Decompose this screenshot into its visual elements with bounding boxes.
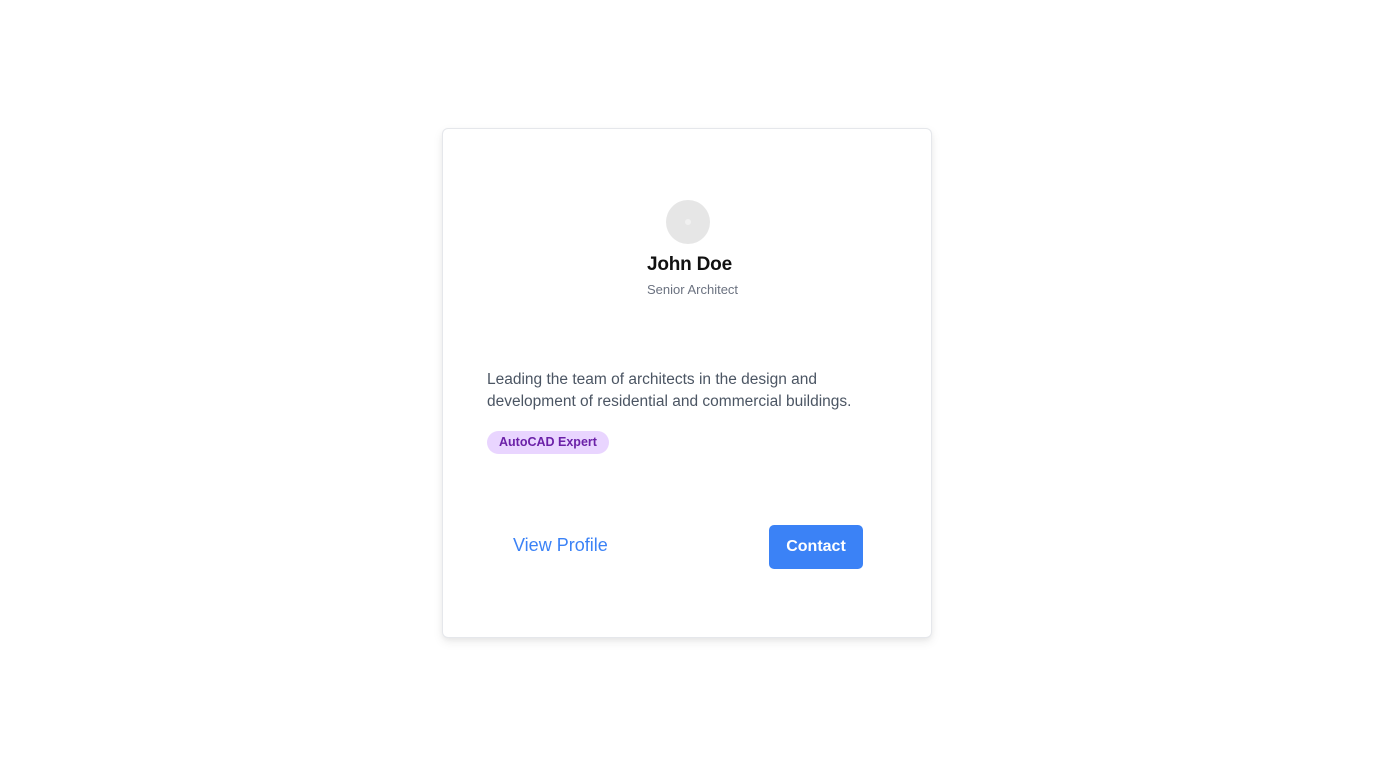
contact-button[interactable]: Contact — [769, 525, 863, 569]
profile-bio: Leading the team of architects in the de… — [487, 371, 852, 410]
profile-name: John Doe — [647, 254, 732, 275]
view-profile-link[interactable]: View Profile — [513, 535, 608, 556]
profile-role: Senior Architect — [647, 282, 739, 297]
profile-card: John Doe Senior Architect Leading the te… — [442, 128, 932, 638]
avatar-placeholder-icon — [685, 219, 691, 225]
skill-badge: AutoCAD Expert — [487, 431, 609, 454]
avatar — [666, 200, 710, 244]
